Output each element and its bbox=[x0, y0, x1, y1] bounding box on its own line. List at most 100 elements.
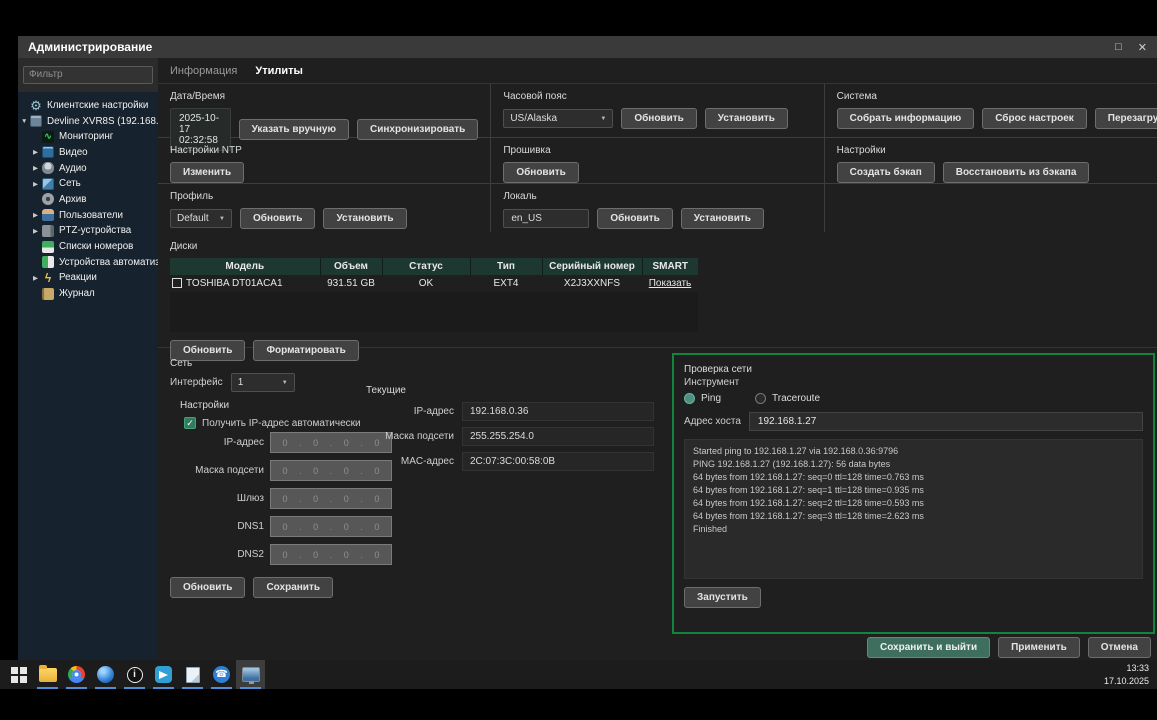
timezone-select[interactable]: US/Alaska ▼ bbox=[503, 109, 613, 128]
host-label: Адрес хоста bbox=[684, 416, 741, 427]
network-save-button[interactable]: Сохранить bbox=[253, 577, 333, 598]
expand-arrow[interactable]: ▶ bbox=[33, 164, 42, 172]
windows-logo-icon bbox=[11, 667, 27, 683]
expand-arrow[interactable]: ▶ bbox=[33, 148, 42, 156]
sidebar-item-device[interactable]: ▼ Devline XVR8S (192.168.0.36) bbox=[18, 113, 158, 129]
disk-checkbox[interactable] bbox=[172, 278, 182, 288]
gateway-input[interactable]: 0. 0. 0. 0 bbox=[270, 488, 392, 509]
tab-utilities[interactable]: Утилиты bbox=[255, 65, 303, 77]
section-firmware: Прошивка Обновить bbox=[491, 138, 823, 184]
sidebar-item-label: Сеть bbox=[59, 178, 81, 189]
restore-backup-button[interactable]: Восстановить из бэкапа bbox=[943, 162, 1090, 183]
sidebar-item-users[interactable]: ▶ Пользователи bbox=[18, 207, 158, 223]
network-refresh-button[interactable]: Обновить bbox=[170, 577, 245, 598]
taskbar-devline-app[interactable] bbox=[236, 660, 265, 689]
reset-settings-button[interactable]: Сброс настроек bbox=[982, 108, 1087, 129]
synchronize-button[interactable]: Синхронизировать bbox=[357, 119, 478, 140]
column-header: Статус bbox=[382, 258, 470, 275]
table-row[interactable]: TOSHIBA DT01ACA1 931.51 GB OK EXT4 X2J3X… bbox=[170, 275, 698, 292]
taskbar-chrome[interactable] bbox=[62, 660, 91, 689]
section-backup: Настройки Создать бэкап Восстановить из … bbox=[825, 138, 1157, 184]
sidebar-item-ptz[interactable]: ▶ PTZ-устройства bbox=[18, 223, 158, 239]
profile-set-button[interactable]: Установить bbox=[323, 208, 406, 229]
sidebar-item-archive[interactable]: Архив bbox=[18, 192, 158, 208]
sidebar-item-network[interactable]: ▶ Сеть bbox=[18, 176, 158, 192]
taskbar-clock[interactable]: 13:33 17.10.2025 bbox=[1104, 660, 1157, 689]
dhcp-checkbox[interactable]: ✓ bbox=[184, 417, 196, 429]
profile-select[interactable]: Default ▼ bbox=[170, 209, 232, 228]
octet: 0 bbox=[363, 494, 391, 504]
apply-button[interactable]: Применить bbox=[998, 637, 1080, 658]
taskbar-info-app[interactable]: i bbox=[120, 660, 149, 689]
taskbar-notepad[interactable] bbox=[178, 660, 207, 689]
column-header: SMART bbox=[642, 258, 698, 275]
filter-input[interactable] bbox=[23, 66, 153, 84]
timezone-refresh-button[interactable]: Обновить bbox=[621, 108, 696, 129]
chrome-icon bbox=[68, 666, 85, 683]
collect-info-button[interactable]: Собрать информацию bbox=[837, 108, 975, 129]
maximize-button[interactable]: □ bbox=[1115, 41, 1122, 54]
title-bar[interactable]: Администрирование □ ✕ bbox=[18, 36, 1157, 58]
column-header: Тип bbox=[470, 258, 542, 275]
ping-radio[interactable]: Ping bbox=[684, 393, 721, 404]
octet: 0 bbox=[302, 522, 330, 532]
dns1-input[interactable]: 0. 0. 0. 0 bbox=[270, 516, 392, 537]
sidebar-item-automation[interactable]: Устройства автоматизации bbox=[18, 254, 158, 270]
reboot-button[interactable]: Перезагрузить bbox=[1095, 108, 1157, 129]
smart-show-link[interactable]: Показать bbox=[649, 278, 692, 289]
taskbar-telegram[interactable] bbox=[149, 660, 178, 689]
expand-arrow[interactable]: ▶ bbox=[33, 211, 42, 219]
collapse-arrow[interactable]: ▼ bbox=[21, 118, 30, 125]
profile-refresh-button[interactable]: Обновить bbox=[240, 208, 315, 229]
octet: 0 bbox=[363, 550, 391, 560]
create-backup-button[interactable]: Создать бэкап bbox=[837, 162, 935, 183]
sidebar-item-reactions[interactable]: ▶ Реакции bbox=[18, 270, 158, 286]
info-icon: i bbox=[127, 667, 143, 683]
expand-arrow[interactable]: ▶ bbox=[33, 180, 42, 188]
field-label: DNS1 bbox=[170, 521, 264, 532]
section-title: Настройки bbox=[837, 145, 1145, 156]
phone-icon bbox=[213, 666, 230, 683]
locale-set-button[interactable]: Установить bbox=[681, 208, 764, 229]
locale-input[interactable]: en_US bbox=[503, 209, 589, 228]
taskbar-browser[interactable] bbox=[91, 660, 120, 689]
sidebar-item-label: Устройства автоматизации bbox=[59, 257, 158, 268]
license-plate-icon bbox=[42, 241, 54, 253]
set-manually-button[interactable]: Указать вручную bbox=[239, 119, 349, 140]
sidebar-item-plate-lists[interactable]: Списки номеров bbox=[18, 239, 158, 255]
ntp-edit-button[interactable]: Изменить bbox=[170, 162, 244, 183]
device-tree: Клиентские настройки ▼ Devline XVR8S (19… bbox=[18, 92, 158, 661]
disk-status: OK bbox=[382, 275, 470, 292]
sidebar-item-client-settings[interactable]: Клиентские настройки bbox=[18, 98, 158, 114]
timezone-set-button[interactable]: Установить bbox=[705, 108, 788, 129]
cancel-button[interactable]: Отмена bbox=[1088, 637, 1151, 658]
taskbar-phone-app[interactable] bbox=[207, 660, 236, 689]
start-button[interactable] bbox=[4, 660, 33, 689]
sidebar-item-audio[interactable]: ▶ Аудио bbox=[18, 160, 158, 176]
locale-refresh-button[interactable]: Обновить bbox=[597, 208, 672, 229]
desktop: Администрирование □ ✕ Клиентские настрой… bbox=[0, 0, 1157, 720]
gateway-row: Шлюз 0. 0. 0. 0 bbox=[170, 488, 666, 509]
octet: 0 bbox=[332, 494, 360, 504]
sidebar-item-journal[interactable]: Журнал bbox=[18, 286, 158, 302]
network-title: Сеть bbox=[170, 358, 666, 369]
interface-select[interactable]: 1 ▼ bbox=[231, 373, 295, 392]
host-address-input[interactable]: 192.168.1.27 bbox=[749, 412, 1143, 431]
dns2-input[interactable]: 0. 0. 0. 0 bbox=[270, 544, 392, 565]
expand-arrow[interactable]: ▶ bbox=[33, 227, 42, 235]
traceroute-radio[interactable]: Traceroute bbox=[755, 393, 820, 404]
octet: 0 bbox=[332, 522, 360, 532]
sidebar-item-video[interactable]: ▶ Видео bbox=[18, 145, 158, 161]
sidebar-item-label: PTZ-устройства bbox=[59, 225, 131, 236]
gear-icon bbox=[30, 99, 42, 111]
firmware-update-button[interactable]: Обновить bbox=[503, 162, 578, 183]
main-content: Информация Утилиты Дата/Время 2025-10-17… bbox=[158, 58, 1157, 660]
sidebar-item-monitoring[interactable]: Мониторинг bbox=[18, 129, 158, 145]
sidebar-item-label: Аудио bbox=[59, 163, 87, 174]
taskbar-explorer[interactable] bbox=[33, 660, 62, 689]
tab-information[interactable]: Информация bbox=[170, 65, 237, 77]
run-button[interactable]: Запустить bbox=[684, 587, 761, 608]
expand-arrow[interactable]: ▶ bbox=[33, 274, 42, 282]
save-and-exit-button[interactable]: Сохранить и выйти bbox=[867, 637, 990, 658]
close-button[interactable]: ✕ bbox=[1138, 41, 1147, 54]
